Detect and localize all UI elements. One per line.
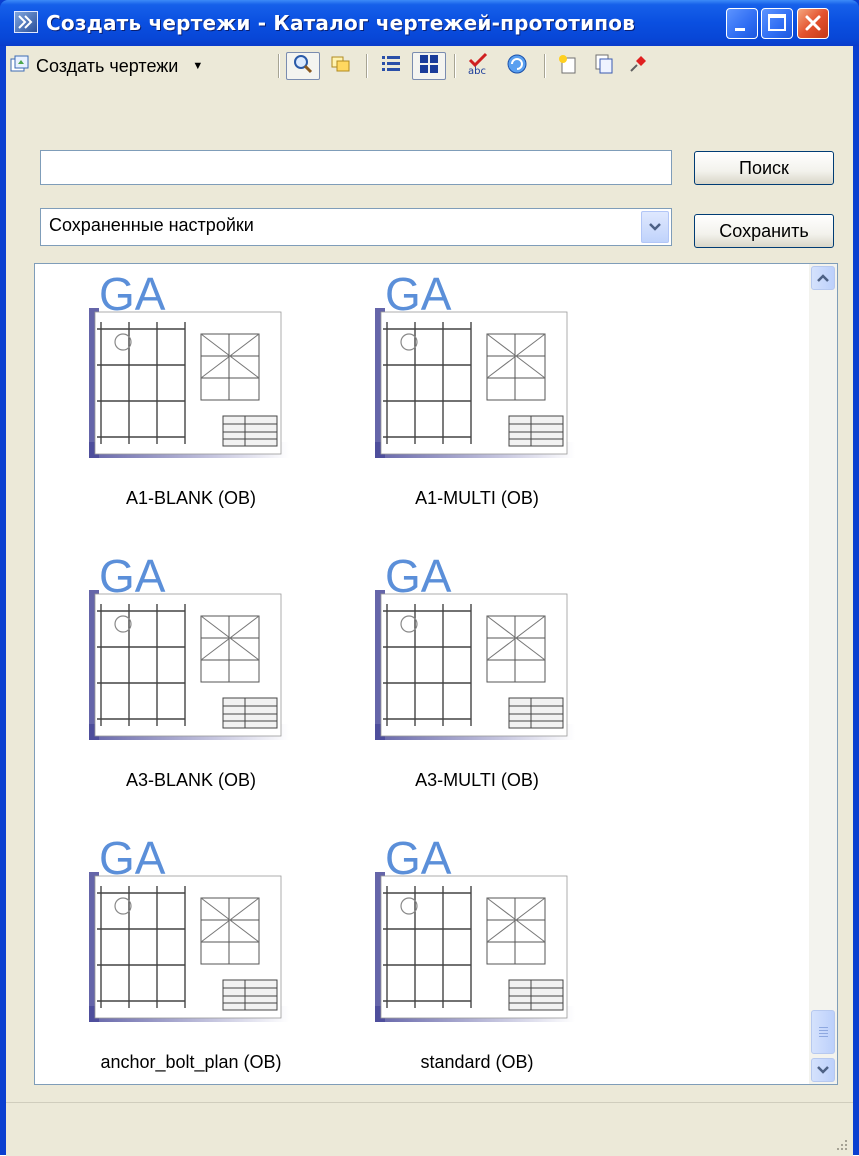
prototype-list[interactable]: GA A1-BLANK (OB) GA A1-MULTI (OB) GA A3-…	[34, 263, 838, 1085]
toolbar-separator	[366, 54, 368, 78]
app-window: Создать чертежи - Каталог чертежей-прото…	[0, 0, 859, 1156]
list-view-icon	[380, 54, 402, 78]
saved-settings-select[interactable]: Сохраненные настройки	[40, 208, 672, 246]
save-button[interactable]: Сохранить	[694, 214, 834, 248]
prototype-name: anchor_bolt_plan (OB)	[100, 1052, 282, 1072]
ga-badge: GA	[385, 838, 452, 884]
drawing-thumbnail: GA	[375, 832, 575, 1038]
create-drawings-icon	[10, 55, 30, 78]
drawing-thumbnail: GA	[89, 268, 289, 474]
maximize-button[interactable]	[761, 8, 793, 39]
window-client-area: Создать чертежи ▼ abc Поиск Сохраненные …	[6, 46, 853, 1156]
create-drawings-label: Создать чертежи	[36, 55, 179, 76]
thumbnail-view-icon	[418, 53, 440, 79]
search-button[interactable]: Поиск	[694, 151, 834, 185]
prototype-name: A3-MULTI (OB)	[415, 770, 539, 790]
scroll-down-button[interactable]	[811, 1058, 835, 1082]
toolbar-separator	[278, 54, 280, 78]
chevron-down-icon: ▼	[192, 60, 204, 72]
ga-badge: GA	[99, 274, 166, 320]
prototype-item[interactable]: GA standard (OB)	[347, 832, 577, 1088]
thumbnail-view-button[interactable]	[412, 52, 446, 80]
prototype-name: A1-MULTI (OB)	[415, 488, 539, 508]
search-input[interactable]	[40, 150, 672, 185]
new-item-button[interactable]	[552, 52, 584, 80]
ga-badge: GA	[99, 838, 166, 884]
svg-text:abc: abc	[468, 66, 486, 76]
title-bar[interactable]: Создать чертежи - Каталог чертежей-прото…	[0, 0, 859, 46]
toolbar-separator	[544, 54, 546, 78]
resize-grip-icon[interactable]	[835, 1138, 849, 1152]
search-tool-button[interactable]	[286, 52, 320, 80]
list-view-button[interactable]	[374, 52, 408, 80]
copy-icon	[593, 53, 615, 79]
ga-badge: GA	[99, 556, 166, 602]
drawing-thumbnail: GA	[89, 550, 289, 756]
drawing-thumbnail: GA	[89, 832, 289, 1038]
prototype-name: standard (OB)	[420, 1052, 534, 1072]
ga-badge: GA	[385, 274, 452, 320]
prototype-name: A3-BLANK (OB)	[125, 770, 257, 790]
close-button[interactable]	[797, 8, 829, 39]
minimize-button[interactable]	[726, 8, 758, 39]
new-item-icon	[557, 53, 579, 79]
pin-icon	[627, 53, 649, 79]
scroll-up-button[interactable]	[811, 266, 835, 290]
spell-check-icon: abc	[466, 52, 492, 80]
folder-icon	[330, 54, 352, 78]
toolbar: Создать чертежи ▼ abc	[6, 46, 853, 86]
scroll-thumb[interactable]	[811, 1010, 835, 1054]
create-drawings-dropdown[interactable]: Создать чертежи ▼	[10, 52, 203, 80]
prototype-item[interactable]: GA anchor_bolt_plan (OB)	[61, 832, 291, 1088]
folder-tool-button[interactable]	[326, 52, 356, 80]
prototype-item[interactable]: GA A1-BLANK (OB)	[61, 268, 291, 524]
app-icon	[14, 11, 38, 33]
prototype-item[interactable]: GA A3-MULTI (OB)	[347, 550, 577, 806]
refresh-icon	[505, 53, 529, 79]
toolbar-separator	[454, 54, 456, 78]
vertical-scrollbar[interactable]	[809, 264, 837, 1084]
pin-button[interactable]	[622, 52, 654, 80]
drawing-thumbnail: GA	[375, 268, 575, 474]
drawing-thumbnail: GA	[375, 550, 575, 756]
search-icon	[292, 53, 314, 79]
prototype-name: A1-BLANK (OB)	[125, 488, 257, 508]
ga-badge: GA	[385, 556, 452, 602]
chevron-down-icon[interactable]	[641, 211, 669, 243]
spell-check-button[interactable]: abc	[462, 52, 496, 80]
saved-settings-value: Сохраненные настройки	[49, 215, 254, 235]
prototype-item[interactable]: GA A1-MULTI (OB)	[347, 268, 577, 524]
prototype-item[interactable]: GA A3-BLANK (OB)	[61, 550, 291, 806]
copy-button[interactable]	[588, 52, 620, 80]
refresh-button[interactable]	[500, 52, 534, 80]
window-title: Создать чертежи - Каталог чертежей-прото…	[46, 11, 636, 35]
status-bar	[6, 1102, 853, 1156]
